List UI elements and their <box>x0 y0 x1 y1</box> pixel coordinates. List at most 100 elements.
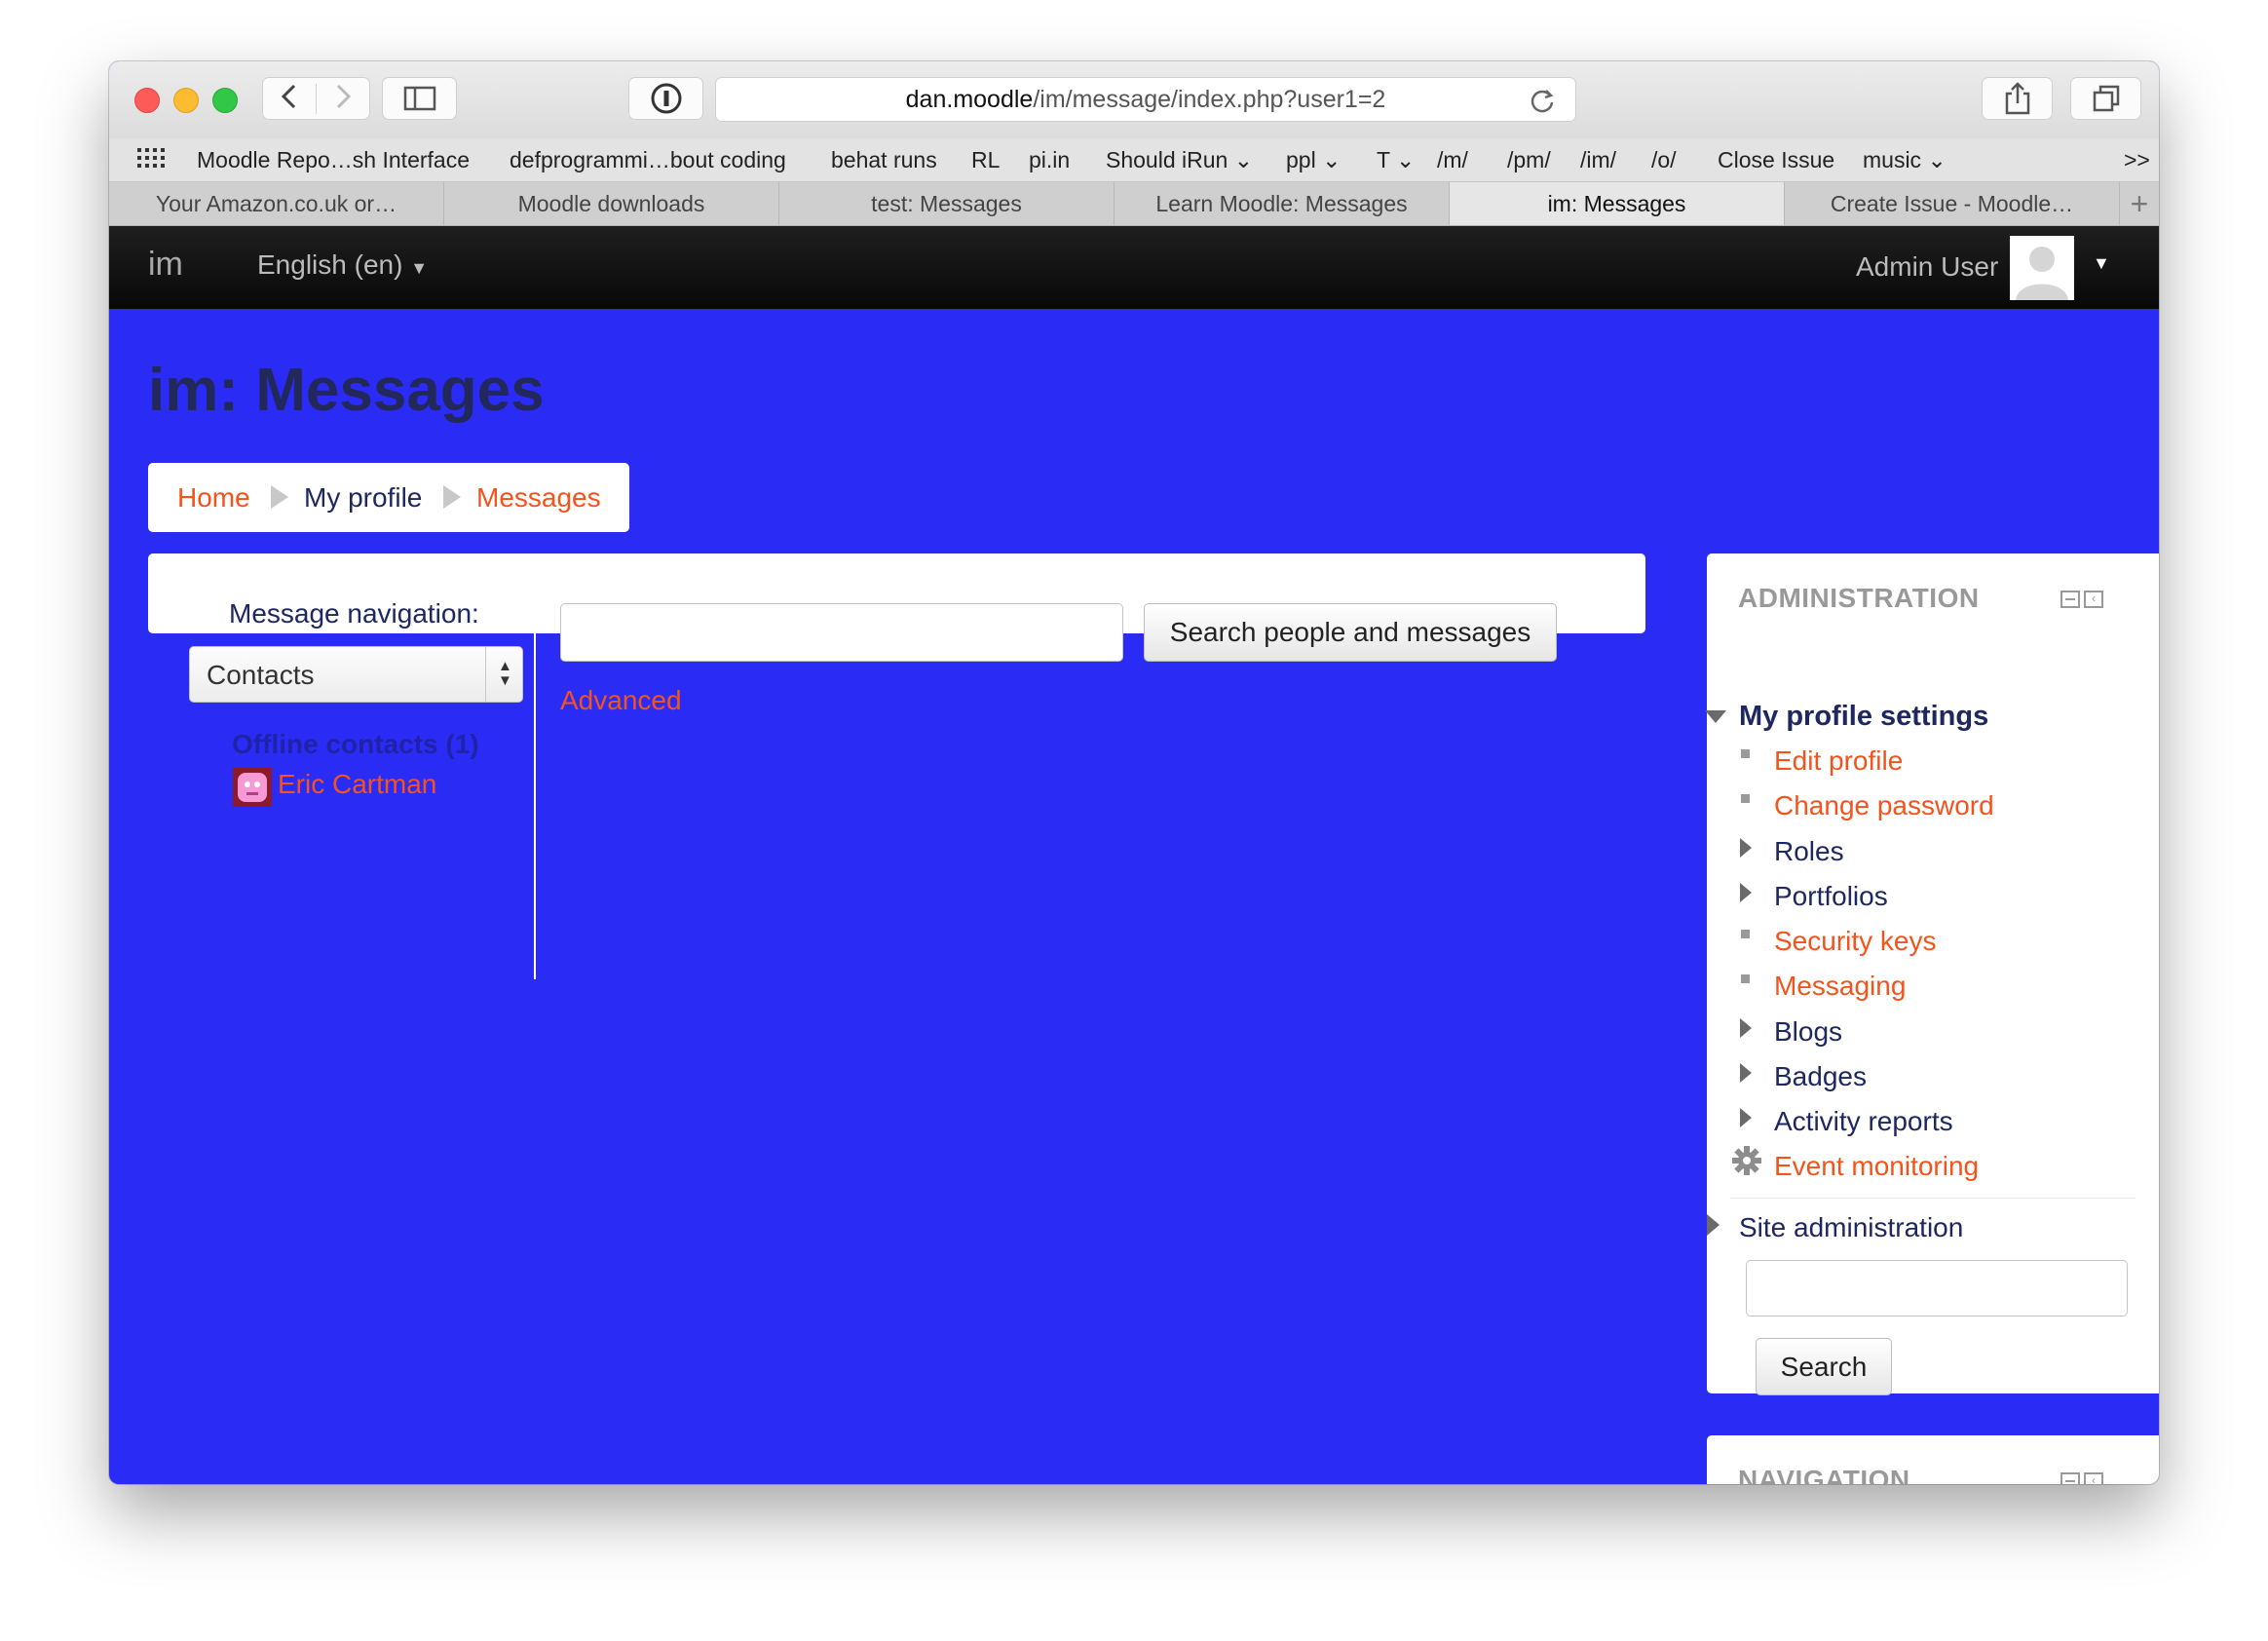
bookmark-folder[interactable]: ppl ⌄ <box>1286 147 1341 173</box>
breadcrumb-separator-icon <box>271 485 288 509</box>
breadcrumb-messages[interactable]: Messages <box>476 482 601 514</box>
breadcrumb-home[interactable]: Home <box>177 482 250 514</box>
select-value: Contacts <box>207 660 315 690</box>
browser-window: dan.moodle/im/message/index.php?user1=2 … <box>109 61 2159 1484</box>
collapsed-arrow-icon[interactable] <box>1740 883 1752 902</box>
message-search-input[interactable] <box>560 603 1123 662</box>
contact-avatar[interactable] <box>233 768 272 807</box>
sidebar-icon <box>403 86 435 111</box>
breadcrumb: Home My profile Messages <box>148 463 629 532</box>
site-brand[interactable]: im <box>148 246 183 284</box>
bookmark[interactable]: /m/ <box>1437 147 1468 173</box>
collapsed-arrow-icon[interactable] <box>1740 838 1752 858</box>
contact-link[interactable]: Eric Cartman <box>278 769 436 800</box>
address-bar[interactable]: dan.moodle/im/message/index.php?user1=2 <box>715 77 1576 122</box>
admin-item-edit-profile[interactable]: Edit profile <box>1774 745 1903 777</box>
minimize-block-icon[interactable] <box>2060 591 2080 608</box>
reload-icon[interactable] <box>1529 87 1556 121</box>
chevron-down-icon: ⌄ <box>1396 147 1416 172</box>
messages-column-divider <box>534 592 536 979</box>
bookmark[interactable]: Close Issue <box>1718 147 1834 173</box>
bookmark[interactable]: Moodle Repo…sh Interface <box>197 147 470 173</box>
admin-item-event-monitoring[interactable]: Event monitoring <box>1774 1151 1979 1182</box>
admin-item-messaging[interactable]: Messaging <box>1774 971 1906 1002</box>
password-manager-button[interactable] <box>628 77 703 120</box>
admin-item-activity-reports[interactable]: Activity reports <box>1774 1106 1953 1137</box>
admin-item-roles[interactable]: Roles <box>1774 836 1844 867</box>
leaf-bullet-icon <box>1741 794 1750 803</box>
chevron-down-icon: ⌄ <box>1927 147 1947 172</box>
browser-tab-active[interactable]: im: Messages <box>1450 182 1785 225</box>
tabs-overview-button[interactable] <box>2070 77 2141 120</box>
back-icon[interactable] <box>263 83 317 114</box>
minimize-window-icon[interactable] <box>173 88 199 113</box>
minimize-block-icon[interactable] <box>2060 1472 2080 1484</box>
leaf-bullet-icon <box>1741 749 1750 758</box>
bookmarks-overflow-icon[interactable]: >> <box>2124 147 2150 173</box>
apps-grid-icon[interactable] <box>136 146 166 175</box>
user-menu-caret-icon[interactable]: ▼ <box>2093 253 2110 274</box>
bookmark-folder[interactable]: Should iRun ⌄ <box>1106 147 1253 173</box>
page-title: im: Messages <box>148 357 545 424</box>
admin-search-input[interactable] <box>1746 1260 2128 1317</box>
collapsed-arrow-icon[interactable] <box>1740 1063 1752 1083</box>
leaf-bullet-icon <box>1741 974 1750 983</box>
admin-item-portfolios[interactable]: Portfolios <box>1774 881 1888 912</box>
administration-title: ADMINISTRATION <box>1738 583 1980 613</box>
message-navigation-label: Message navigation: <box>229 598 479 629</box>
language-label: English (en) <box>257 249 403 280</box>
url-host: dan.moodle <box>905 85 1034 113</box>
navigation-title: NAVIGATION <box>1738 1465 1910 1484</box>
collapsed-arrow-icon[interactable] <box>1740 1018 1752 1038</box>
bookmark[interactable]: /pm/ <box>1507 147 1551 173</box>
advanced-search-link[interactable]: Advanced <box>560 685 682 716</box>
browser-tab[interactable]: Your Amazon.co.uk or… <box>109 182 444 225</box>
info-icon <box>651 83 681 114</box>
share-icon <box>2005 82 2029 115</box>
collapsed-arrow-icon[interactable] <box>1707 1214 1720 1236</box>
dock-block-icon[interactable]: ‹ <box>2084 591 2103 608</box>
admin-search-button[interactable]: Search <box>1756 1338 1892 1395</box>
browser-tab[interactable]: Moodle downloads <box>444 182 779 225</box>
bookmarks-bar: Moodle Repo…sh Interface defprogrammi…bo… <box>109 138 2159 182</box>
share-button[interactable] <box>1982 77 2053 120</box>
admin-divider <box>1730 1198 2136 1199</box>
bookmark[interactable]: behat runs <box>831 147 937 173</box>
collapsed-arrow-icon[interactable] <box>1740 1108 1752 1127</box>
dock-block-icon[interactable]: ‹ <box>2084 1472 2103 1484</box>
bookmark[interactable]: defprogrammi…bout coding <box>510 147 786 173</box>
language-menu[interactable]: English (en) ▼ <box>257 249 428 281</box>
user-name[interactable]: Admin User <box>1856 251 1998 283</box>
close-window-icon[interactable] <box>134 88 160 113</box>
browser-tab[interactable]: Learn Moodle: Messages <box>1115 182 1450 225</box>
message-navigation-select[interactable]: Contacts ▲ ▼ <box>189 646 523 703</box>
bookmark-folder[interactable]: music ⌄ <box>1863 147 1947 173</box>
admin-item-badges[interactable]: Badges <box>1774 1061 1867 1092</box>
browser-tab[interactable]: test: Messages <box>779 182 1115 225</box>
navigation-block: NAVIGATION ‹ <box>1707 1435 2159 1484</box>
bookmark-folder-label: Should iRun <box>1106 147 1228 172</box>
browser-tab[interactable]: Create Issue - Moodle… <box>1785 182 2120 225</box>
sidebar-toggle-button[interactable] <box>382 77 457 120</box>
bookmark[interactable]: /im/ <box>1580 147 1616 173</box>
site-administration[interactable]: Site administration <box>1739 1212 1963 1243</box>
my-profile-settings[interactable]: My profile settings <box>1739 701 1988 733</box>
bookmark[interactable]: RL <box>971 147 1000 173</box>
expanded-arrow-icon[interactable] <box>1705 710 1726 723</box>
browser-toolbar: dan.moodle/im/message/index.php?user1=2 <box>109 61 2159 139</box>
zoom-window-icon[interactable] <box>212 88 238 113</box>
user-silhouette-icon <box>2016 247 2068 300</box>
new-tab-icon[interactable]: + <box>2120 182 2159 225</box>
bookmark[interactable]: pi.in <box>1029 147 1070 173</box>
search-people-messages-button[interactable]: Search people and messages <box>1144 603 1557 662</box>
avatar[interactable] <box>2010 236 2074 300</box>
bookmark[interactable]: /o/ <box>1651 147 1677 173</box>
offline-contacts-heading: Offline contacts (1) <box>232 729 479 759</box>
breadcrumb-my-profile[interactable]: My profile <box>304 482 422 514</box>
admin-item-change-password[interactable]: Change password <box>1774 790 1994 821</box>
forward-icon[interactable] <box>317 84 369 114</box>
breadcrumb-separator-icon <box>443 485 461 509</box>
bookmark-folder[interactable]: T ⌄ <box>1377 147 1415 173</box>
admin-item-blogs[interactable]: Blogs <box>1774 1016 1842 1048</box>
admin-item-security-keys[interactable]: Security keys <box>1774 926 1937 957</box>
